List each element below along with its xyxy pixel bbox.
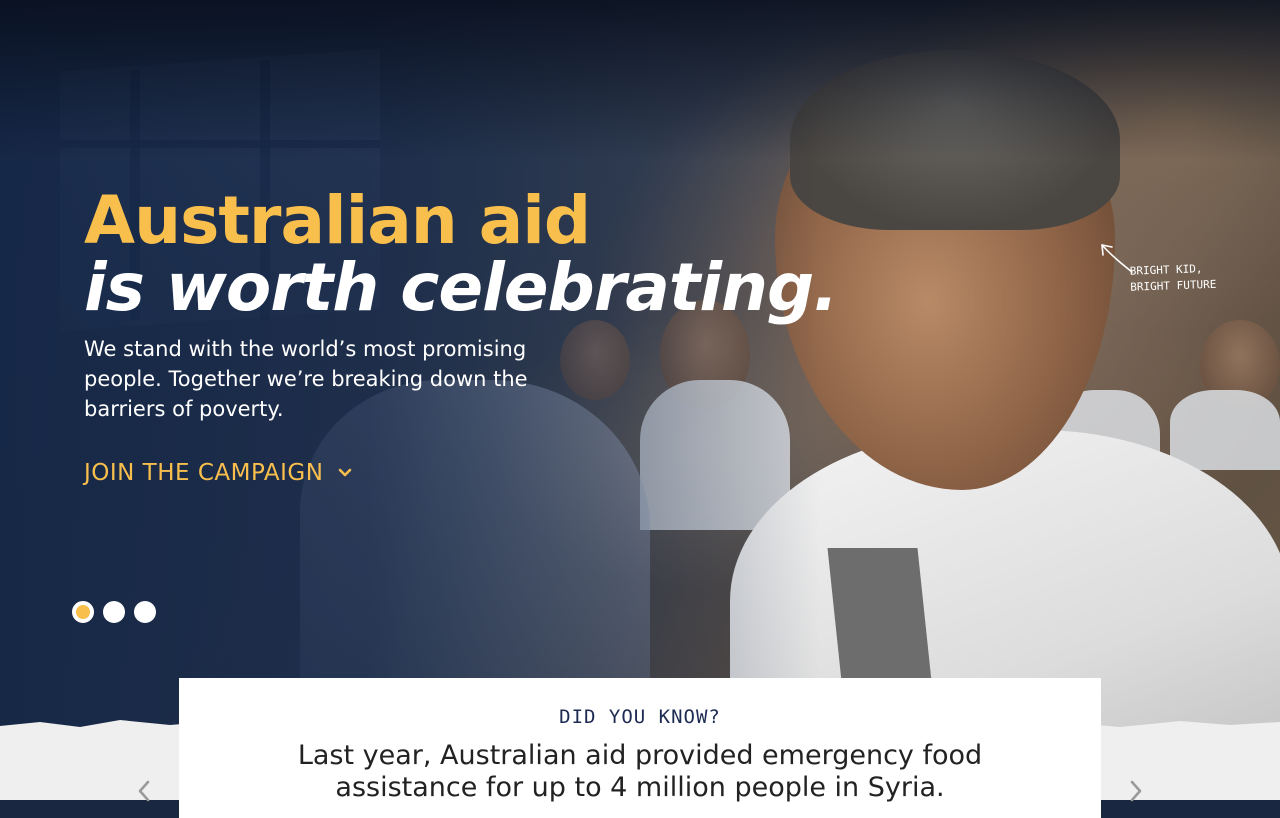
annotation-text: BRIGHT KID, BRIGHT FUTURE (1129, 260, 1230, 295)
annotation-line-2: BRIGHT FUTURE (1130, 277, 1217, 294)
slide-dot-1[interactable] (72, 601, 94, 623)
hero-headline: Australian aid is worth celebrating. (84, 182, 844, 326)
photo-annotation: BRIGHT KID, BRIGHT FUTURE (1098, 240, 1238, 300)
fact-text: Last year, Australian aid provided emerg… (297, 740, 983, 803)
previous-fact-button[interactable] (134, 778, 154, 804)
chevron-down-icon (337, 465, 353, 481)
next-fact-button[interactable] (1126, 778, 1146, 804)
slide-dot-3[interactable] (134, 601, 156, 623)
chevron-left-icon (138, 780, 150, 802)
join-campaign-button[interactable]: JOIN THE CAMPAIGN (84, 456, 353, 490)
slide-dot-2[interactable] (103, 601, 125, 623)
top-shadow-overlay (0, 0, 1280, 160)
did-you-know-card: DID YOU KNOW? Last year, Australian aid … (179, 678, 1101, 818)
slider-pagination (72, 601, 156, 623)
chevron-right-icon (1130, 780, 1142, 802)
headline-line-1: Australian aid (84, 182, 591, 259)
join-campaign-label: JOIN THE CAMPAIGN (84, 460, 324, 486)
did-you-know-heading: DID YOU KNOW? (559, 706, 721, 728)
headline-line-2: is worth celebrating. (84, 249, 838, 326)
hero-subtext: We stand with the world’s most promising… (84, 337, 528, 421)
background-student-shirt (1170, 390, 1280, 470)
